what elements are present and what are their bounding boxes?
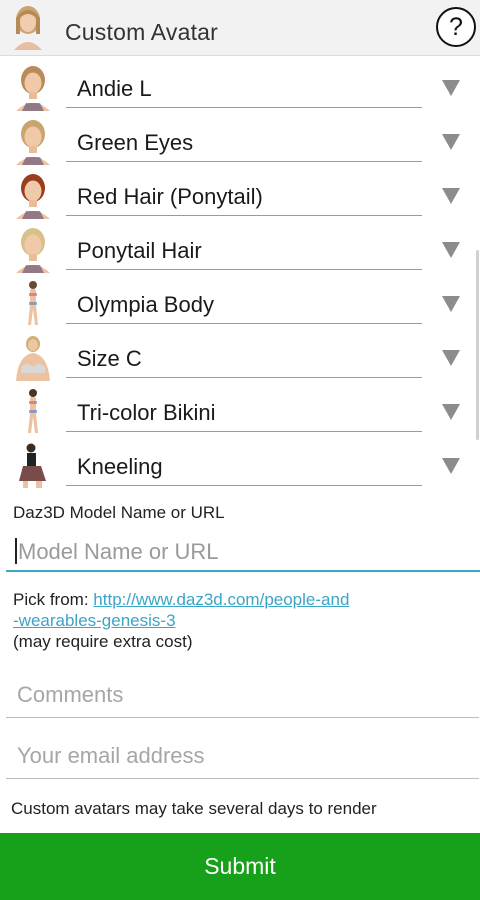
dropdown-arrow-icon[interactable] <box>442 296 460 312</box>
avatar-option-select[interactable]: Kneeling <box>66 438 422 486</box>
avatar-option-label: Kneeling <box>77 454 163 479</box>
avatar-option-select[interactable]: Tri-color Bikini <box>66 384 422 432</box>
extra-cost-note: (may require extra cost) <box>13 632 193 651</box>
avatar-option-row[interactable]: Andie L <box>0 60 480 114</box>
dropdown-arrow-icon[interactable] <box>442 242 460 258</box>
avatar-option-label: Green Eyes <box>77 130 194 155</box>
email-field[interactable] <box>6 735 479 779</box>
avatar-option-label: Red Hair (Ponytail) <box>77 184 263 209</box>
dropdown-arrow-icon[interactable] <box>442 350 460 366</box>
comments-input[interactable] <box>17 680 457 710</box>
avatar-option-label: Olympia Body <box>77 292 214 317</box>
face-icon <box>16 66 50 111</box>
model-name-label: Daz3D Model Name or URL <box>13 503 225 522</box>
model-name-field[interactable] <box>6 532 480 572</box>
avatar-option-row[interactable]: Ponytail Hair <box>0 222 480 276</box>
face-icon <box>16 228 50 273</box>
scrollbar[interactable] <box>476 250 479 440</box>
avatar-option-row[interactable]: Size C <box>0 330 480 384</box>
dropdown-arrow-icon[interactable] <box>442 188 460 204</box>
submit-button[interactable]: Submit <box>0 833 480 900</box>
avatar-option-select[interactable]: Red Hair (Ponytail) <box>66 168 422 216</box>
text-caret <box>15 538 17 564</box>
avatar-option-label: Andie L <box>77 76 152 101</box>
page-title: Custom Avatar <box>65 19 219 45</box>
avatar-option-row[interactable]: Red Hair (Ponytail) <box>0 168 480 222</box>
dropdown-arrow-icon[interactable] <box>442 404 460 420</box>
dropdown-arrow-icon[interactable] <box>442 134 460 150</box>
woman-avatar-icon <box>8 4 48 50</box>
daz3d-link-line1: http://www.daz3d.com/people-and <box>93 590 350 609</box>
help-button[interactable]: ? <box>436 7 476 47</box>
pick-from-text: Pick from: http://www.daz3d.com/people-a… <box>13 589 349 631</box>
avatar-option-row[interactable]: Green Eyes <box>0 114 480 168</box>
avatar-options-list: Andie L Green Eyes Red Hair (Ponytail) Pony… <box>0 60 480 492</box>
face-icon <box>16 174 50 219</box>
daz3d-link-line2: -wearables-genesis-3 <box>13 611 176 630</box>
avatar-option-row[interactable]: Kneeling <box>0 438 480 492</box>
torso-icon <box>16 336 50 381</box>
body-icon <box>28 281 38 325</box>
avatar-option-select[interactable]: Andie L <box>66 60 422 108</box>
model-name-input[interactable] <box>18 537 458 567</box>
comments-field[interactable] <box>6 674 479 718</box>
avatar-option-label: Size C <box>77 346 142 371</box>
email-input[interactable] <box>17 741 457 771</box>
app-header: Custom Avatar ? <box>0 0 480 56</box>
dropdown-arrow-icon[interactable] <box>442 80 460 96</box>
avatar-option-row[interactable]: Olympia Body <box>0 276 480 330</box>
render-time-notice: Custom avatars may take several days to … <box>11 799 377 818</box>
avatar-option-row[interactable]: Tri-color Bikini <box>0 384 480 438</box>
avatar-option-select[interactable]: Green Eyes <box>66 114 422 162</box>
body-icon <box>28 389 38 433</box>
avatar-option-select[interactable]: Ponytail Hair <box>66 222 422 270</box>
dropdown-arrow-icon[interactable] <box>442 458 460 474</box>
avatar-option-select[interactable]: Olympia Body <box>66 276 422 324</box>
pick-from-prefix: Pick from: <box>13 590 94 609</box>
avatar-option-label: Tri-color Bikini <box>77 400 216 425</box>
face-icon <box>16 120 50 165</box>
kneeling-figure-icon <box>19 443 46 488</box>
avatar-option-select[interactable]: Size C <box>66 330 422 378</box>
avatar-option-label: Ponytail Hair <box>77 238 202 263</box>
help-icon: ? <box>449 12 463 41</box>
